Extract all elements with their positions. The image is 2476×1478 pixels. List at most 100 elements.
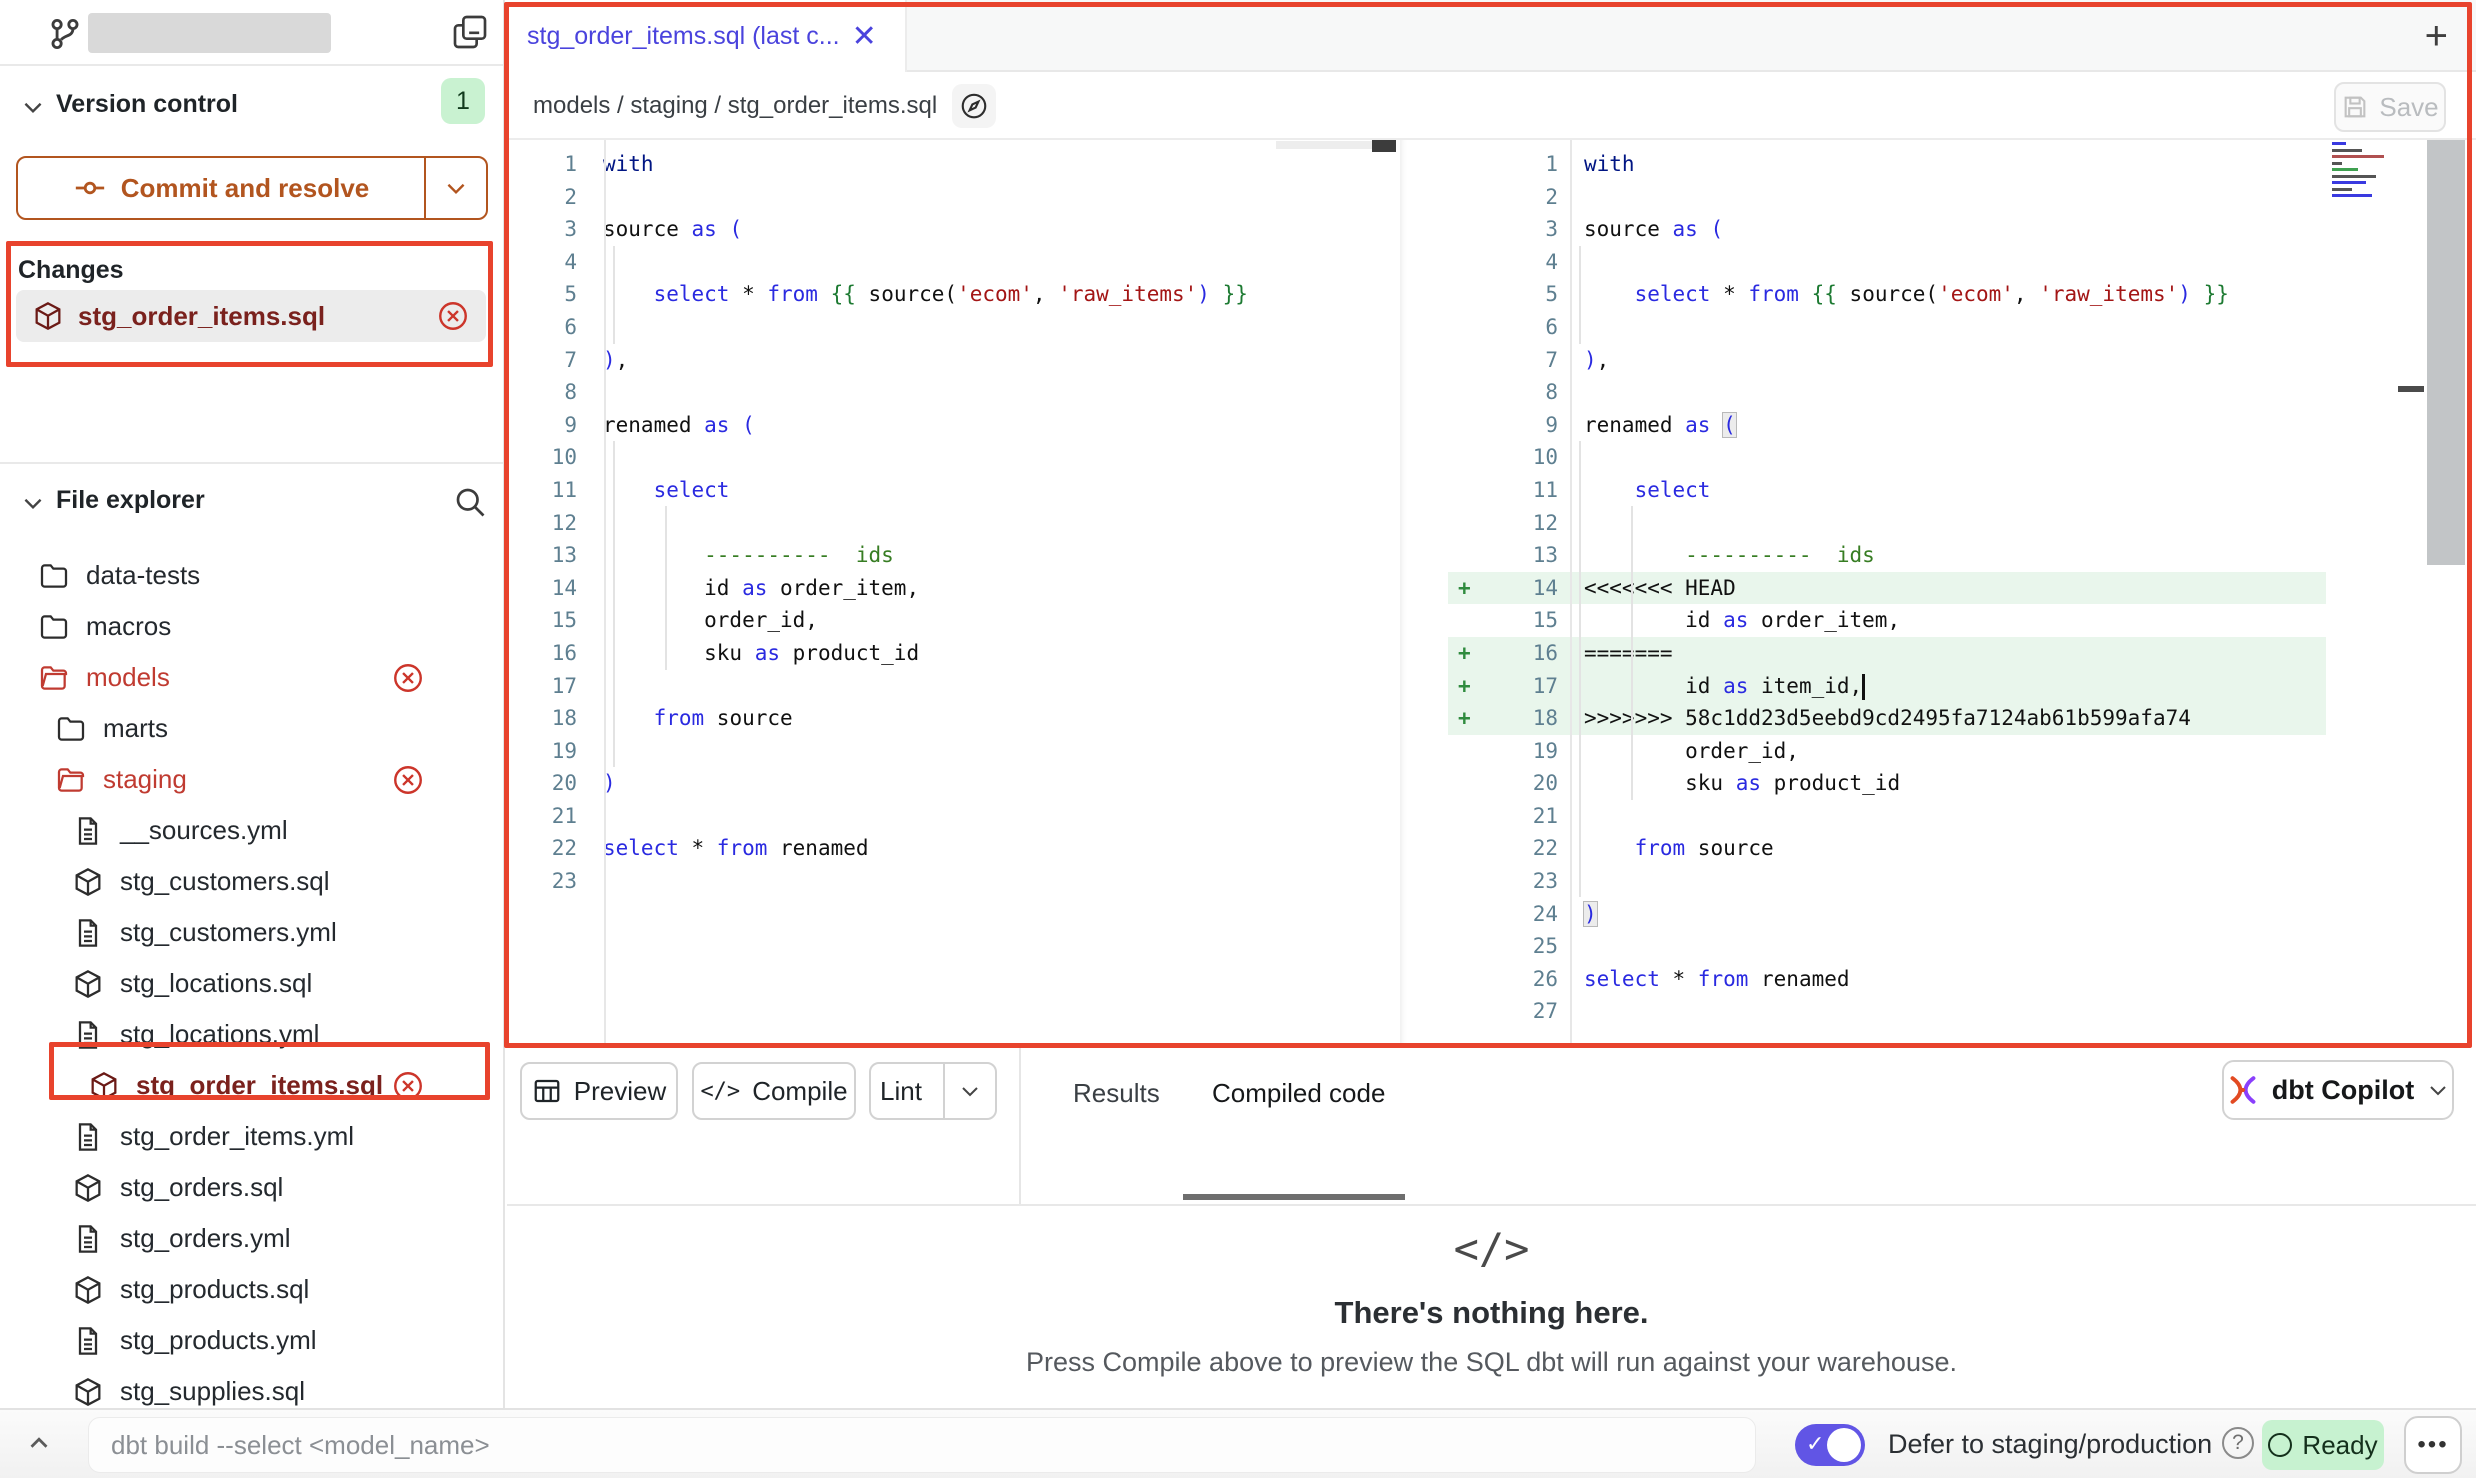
connection-status-badge[interactable]: Ready <box>2262 1420 2384 1470</box>
token: source <box>603 217 692 241</box>
more-options-button[interactable]: ••• <box>2404 1416 2462 1474</box>
diff-gutter <box>1448 474 1480 507</box>
line-number: 20 <box>507 767 577 800</box>
token: * <box>679 836 717 860</box>
line-number: 14 <box>507 572 577 605</box>
file-explorer-item-marts[interactable]: marts <box>0 703 503 754</box>
line-number: 8 <box>507 376 577 409</box>
file-explorer-item-stg-customers-sql[interactable]: stg_customers.sql <box>0 856 503 907</box>
diff-gutter <box>1448 539 1480 572</box>
line-number: 10 <box>507 441 577 474</box>
file-explorer-item-staging[interactable]: staging <box>0 754 503 805</box>
token: from <box>717 836 768 860</box>
file-explorer-item-stg-locations-sql[interactable]: stg_locations.sql <box>0 958 503 1009</box>
help-icon[interactable]: ? <box>2222 1427 2254 1459</box>
command-input[interactable] <box>88 1417 1756 1473</box>
token <box>1584 282 1635 306</box>
line-number: 9 <box>507 409 577 442</box>
chevron-down-icon <box>20 490 46 516</box>
tab-title: stg_order_items.sql (last c... <box>527 22 840 51</box>
tab-stg-order-items[interactable]: stg_order_items.sql (last c... ✕ <box>507 0 907 72</box>
branch-name-redacted <box>88 13 331 53</box>
defer-toggle[interactable]: ✓ <box>1795 1424 1865 1466</box>
file-explorer-item-stg-orders-yml[interactable]: stg_orders.yml <box>0 1213 503 1264</box>
lint-options-caret[interactable] <box>943 1064 995 1118</box>
file-explorer-item-stg-locations-yml[interactable]: stg_locations.yml <box>0 1009 503 1060</box>
file-label: stg_customers.yml <box>120 917 337 948</box>
editor-pane-right[interactable]: 1with23source as (45 select * from {{ so… <box>1448 140 2476 1028</box>
editor-pane-left[interactable]: 1with23source as (45 select * from {{ so… <box>507 140 1400 898</box>
tab-compiled-code[interactable]: Compiled code <box>1212 1078 1385 1109</box>
file-explorer-item-stg-supplies-sql[interactable]: stg_supplies.sql <box>0 1366 503 1408</box>
code-line-12: 12 <box>507 507 1400 540</box>
diff-gutter <box>1448 735 1480 768</box>
code-slash-icon: </> <box>507 1224 2476 1273</box>
token: as <box>742 576 767 600</box>
commit-icon <box>73 171 107 205</box>
git-branch-icon[interactable] <box>46 15 84 53</box>
token: select <box>654 282 730 306</box>
commit-options-caret[interactable] <box>424 158 486 218</box>
file-explorer-item-stg-order-items-sql[interactable]: stg_order_items.sql <box>0 1060 503 1111</box>
diff-added-marker: + <box>1448 637 1480 670</box>
save-button[interactable]: Save <box>2334 82 2446 132</box>
token: as <box>704 413 729 437</box>
file-explorer-header[interactable]: File explorer <box>0 462 503 550</box>
line-number: 16 <box>1480 637 1558 670</box>
right-scrollbar-thumb[interactable] <box>2427 140 2465 565</box>
file-explorer-item-stg-customers-yml[interactable]: stg_customers.yml <box>0 907 503 958</box>
lint-button[interactable]: Lint <box>869 1062 997 1120</box>
chevron-up-icon[interactable] <box>24 1428 54 1458</box>
removed-status-icon <box>391 1069 425 1103</box>
file-explorer-item-models[interactable]: models <box>0 652 503 703</box>
copy-docs-icon[interactable] <box>450 12 490 52</box>
token: source( <box>856 282 957 306</box>
file-explorer-item-macros[interactable]: macros <box>0 601 503 652</box>
discard-change-icon[interactable] <box>436 299 470 333</box>
doc-icon <box>72 815 104 847</box>
preview-button[interactable]: Preview <box>520 1062 678 1120</box>
file-explorer-item-stg-products-yml[interactable]: stg_products.yml <box>0 1315 503 1366</box>
file-explorer-item-stg-order-items-yml[interactable]: stg_order_items.yml <box>0 1111 503 1162</box>
token: * <box>1710 282 1748 306</box>
token: ) <box>1584 902 1597 926</box>
compile-button[interactable]: </> Compile <box>692 1062 856 1120</box>
folder-open-icon <box>38 662 70 694</box>
version-control-header[interactable]: Version control 1 <box>0 84 503 134</box>
commit-and-resolve-button[interactable]: Commit and resolve <box>16 156 488 220</box>
diff-gutter <box>1448 865 1480 898</box>
line-number: 25 <box>1480 930 1558 963</box>
minimap[interactable] <box>2332 142 2404 204</box>
line-number: 22 <box>1480 832 1558 865</box>
token: as <box>1685 413 1710 437</box>
compass-icon[interactable] <box>952 84 996 128</box>
diff-gutter <box>1448 278 1480 311</box>
code-line-14: 14 id as order_item, <box>507 572 1400 605</box>
doc-icon <box>72 1019 104 1051</box>
file-explorer-item-data-tests[interactable]: data-tests <box>0 550 503 601</box>
token: select <box>603 836 679 860</box>
code-line-18: 18 from source <box>507 702 1400 735</box>
file-explorer-item-stg-orders-sql[interactable]: stg_orders.sql <box>0 1162 503 1213</box>
token: as <box>1736 771 1761 795</box>
new-tab-button[interactable]: + <box>2425 14 2448 59</box>
token: from <box>767 282 818 306</box>
line-number: 10 <box>1480 441 1558 474</box>
left-scrollbar-thumb[interactable] <box>1372 140 1396 152</box>
file-label: stg_locations.yml <box>120 1019 319 1050</box>
file-explorer-item-stg-products-sql[interactable]: stg_products.sql <box>0 1264 503 1315</box>
dbt-copilot-button[interactable]: dbt Copilot <box>2222 1060 2454 1120</box>
diff-gutter <box>1448 963 1480 996</box>
code-line-20: 20) <box>507 767 1400 800</box>
doc-icon <box>72 1223 104 1255</box>
token <box>1710 413 1723 437</box>
changed-file-row[interactable]: stg_order_items.sql <box>16 290 486 342</box>
folder-open-icon <box>55 764 87 796</box>
search-icon[interactable] <box>452 484 488 520</box>
tab-close-icon[interactable]: ✕ <box>852 19 877 54</box>
diff-gutter <box>1448 767 1480 800</box>
tab-results[interactable]: Results <box>1073 1078 1160 1109</box>
file-explorer-item--sources-yml[interactable]: __sources.yml <box>0 805 503 856</box>
pane-divider[interactable] <box>1400 140 1448 1048</box>
token: ======= <box>1584 641 1673 665</box>
